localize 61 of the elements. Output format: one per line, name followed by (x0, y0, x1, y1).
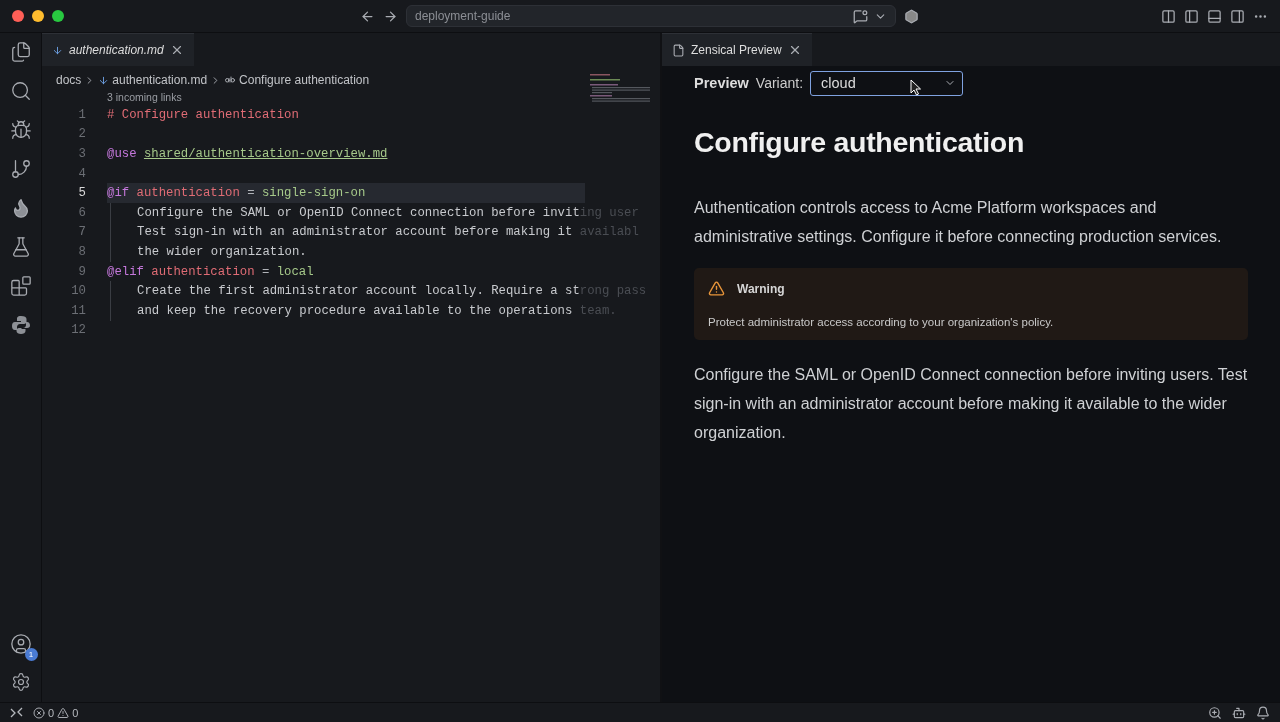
notification-badge: 1 (24, 648, 38, 661)
variant-label: Variant: (755, 75, 804, 91)
panel-bottom-icon[interactable] (1207, 8, 1222, 24)
warning-icon (708, 280, 725, 297)
branch-icon[interactable] (9, 158, 32, 180)
settings-icon[interactable] (10, 672, 31, 692)
split-icon[interactable] (1161, 8, 1176, 24)
line-number: 8 (77, 244, 86, 259)
extensions-icon[interactable] (9, 275, 32, 297)
panel-left-icon[interactable] (1184, 8, 1199, 24)
code-line: @elif authentication = local (107, 263, 315, 281)
page-heading: Configure authentication (694, 126, 1026, 159)
line-number: 11 (70, 303, 86, 318)
file-icon (672, 43, 685, 57)
preview-label: Preview (694, 75, 749, 91)
codelens-link[interactable]: 3 incoming links (42, 88, 660, 105)
breadcrumb-item[interactable]: Configure authentication (239, 73, 370, 87)
forward-icon[interactable] (383, 8, 398, 24)
line-number: 10 (70, 284, 86, 299)
paragraph: Authentication controls access to Acme Platform workspaces and administrative settings. Configure it before connecting production services. (694, 198, 1223, 247)
error-icon[interactable] (33, 706, 45, 719)
warning-icon[interactable] (57, 706, 70, 719)
panel-right-icon[interactable] (1230, 8, 1245, 24)
line-number: 12 (70, 323, 86, 338)
remote-icon[interactable] (10, 706, 23, 719)
search-icon[interactable] (9, 80, 32, 102)
close-window-button[interactable] (12, 10, 24, 22)
snake-logo-icon[interactable] (9, 314, 32, 336)
files-icon[interactable] (9, 41, 32, 63)
error-count[interactable]: 0 (48, 706, 55, 719)
warning-count[interactable]: 0 (72, 706, 79, 719)
back-icon[interactable] (360, 8, 375, 24)
minimize-window-button[interactable] (32, 10, 44, 22)
line-number: 5 (77, 186, 86, 201)
line-number: 7 (77, 225, 86, 240)
line-number: 1 (77, 107, 86, 122)
breadcrumb-item[interactable]: authentication.md (112, 73, 208, 87)
hexagon-icon[interactable] (904, 8, 919, 24)
variant-select[interactable]: cloud (810, 70, 964, 96)
line-number: 9 (77, 264, 86, 279)
chat-icon[interactable] (853, 8, 868, 24)
line-number: 3 (77, 147, 86, 161)
bell-icon[interactable] (1256, 705, 1270, 720)
line-number: 6 (77, 205, 86, 220)
bug-icon[interactable] (9, 119, 32, 141)
preview-tab[interactable]: Zensical Preview (662, 33, 812, 66)
maximize-window-button[interactable] (52, 10, 64, 22)
line-number: 4 (77, 166, 86, 181)
breadcrumb-item[interactable]: docs (56, 73, 82, 87)
pointer-cursor-icon (910, 79, 922, 96)
paragraph: Configure the SAML or OpenID Connect connection before inviting users. Test sign-in with an administrator account before making it available to the wider organization. (694, 365, 1248, 443)
callout-text: Protect administrator access according to your organization's policy. (708, 316, 1055, 328)
command-search-field[interactable]: deployment-guide (406, 5, 896, 27)
account-icon[interactable] (9, 633, 32, 655)
line-number: 2 (77, 127, 86, 142)
callout-title: Warning (737, 281, 785, 296)
code-line: @use shared/authentication-overview.md (107, 146, 389, 163)
bot-icon[interactable] (1232, 705, 1246, 720)
zoom-icon[interactable] (1208, 705, 1222, 720)
editor-tab[interactable]: authentication.md (42, 33, 194, 66)
code-line: # Configure authentication (107, 106, 300, 124)
